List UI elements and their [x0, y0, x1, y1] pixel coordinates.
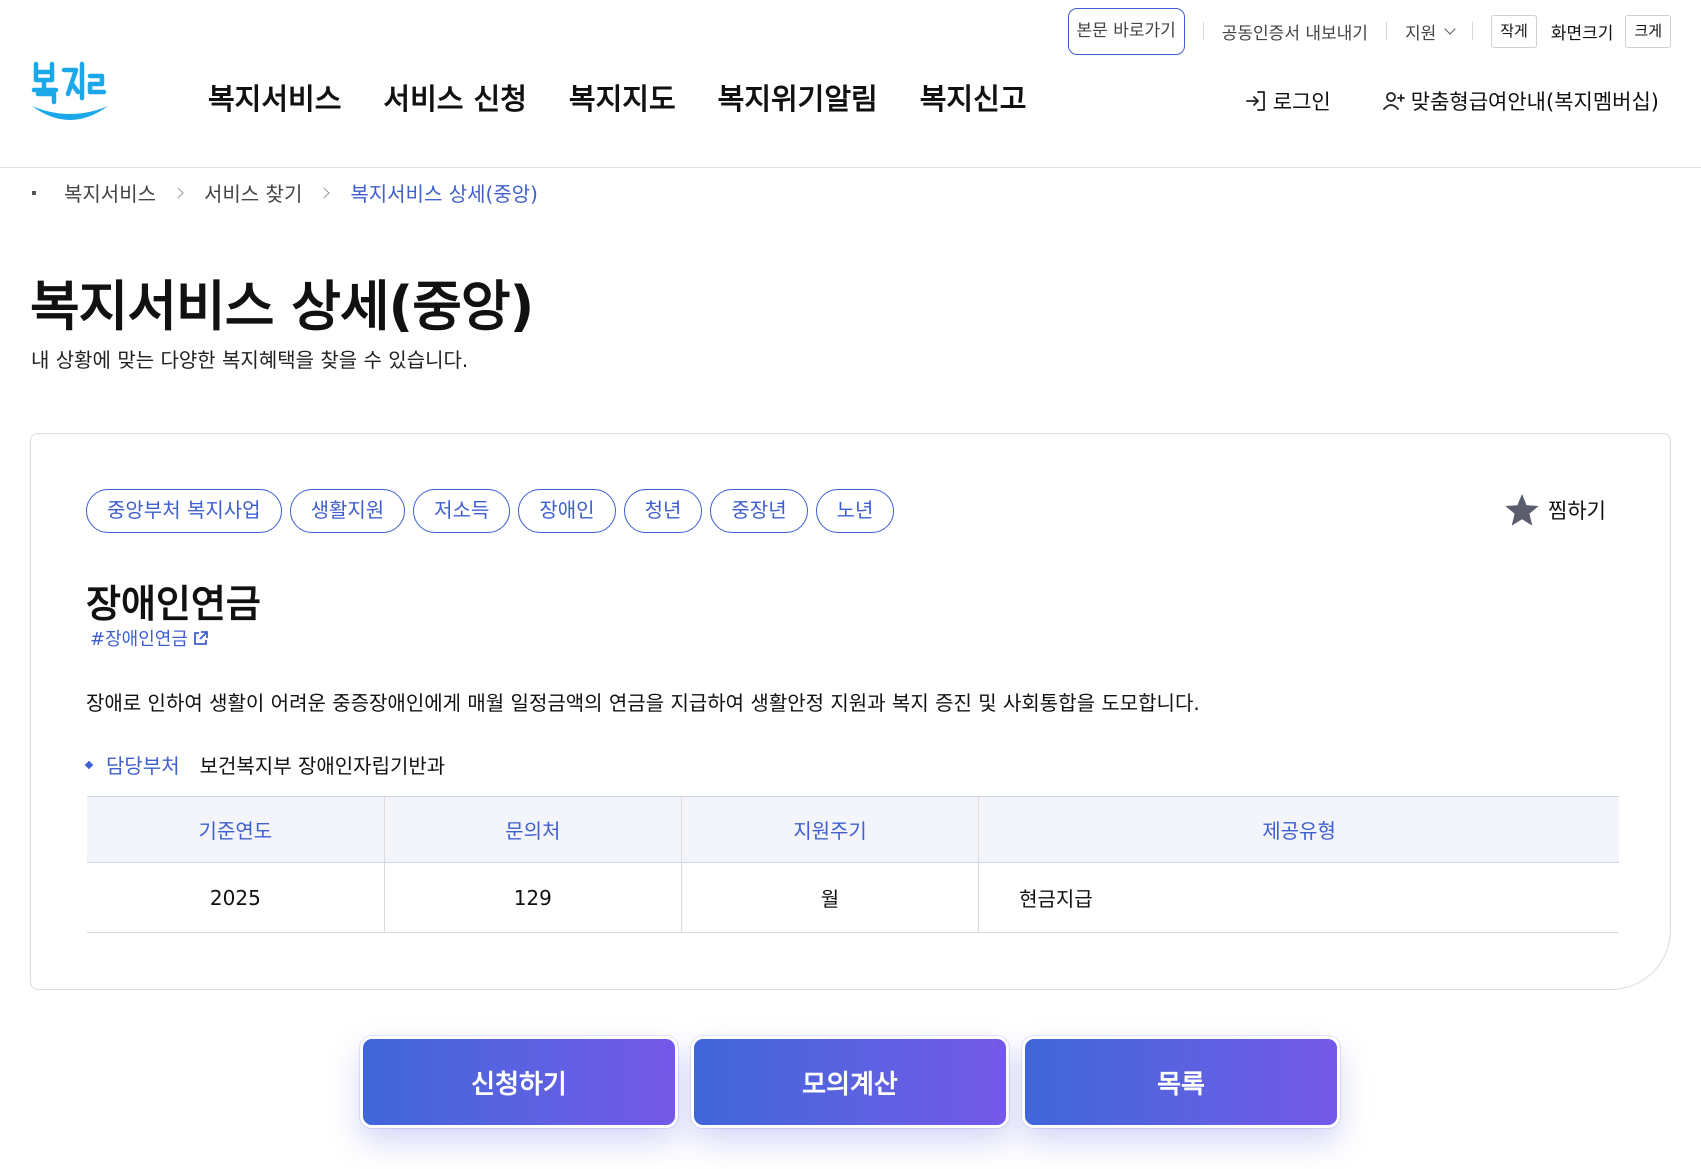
- page-title: 복지서비스 상세(중앙): [30, 275, 534, 338]
- font-small-button[interactable]: 작게: [1491, 14, 1537, 48]
- service-hashtag-link[interactable]: #장애인연금: [90, 628, 208, 648]
- cert-export-link[interactable]: 공동인증서 내보내기: [1222, 19, 1368, 44]
- service-title: 장애인연금: [86, 582, 261, 626]
- chevron-right-icon: [172, 186, 184, 199]
- login-icon: [1245, 91, 1265, 111]
- cell-base-year: 2025: [87, 862, 385, 933]
- nav-item-service-apply[interactable]: 서비스 신청: [383, 76, 527, 118]
- header-divider: [0, 167, 1701, 168]
- header-support-cycle: 지원주기: [680, 796, 979, 863]
- divider: [1472, 22, 1474, 40]
- nav-item-welfare-service[interactable]: 복지서비스: [208, 76, 341, 118]
- divider: [1385, 22, 1387, 40]
- divider: [1202, 22, 1204, 40]
- site-logo[interactable]: [30, 58, 112, 130]
- header-provision-type: 제공유형: [978, 796, 1619, 863]
- service-info-table: 기준연도 문의처 지원주기 제공유형 2025 129 월 현금지급: [87, 796, 1619, 933]
- favorite-button[interactable]: 찜하기: [1504, 492, 1606, 528]
- login-label: 로그인: [1272, 90, 1331, 114]
- tag-list: 중앙부처 복지사업 생활지원 저소득 장애인 청년 중장년 노년: [86, 489, 895, 533]
- chevron-right-icon: [318, 186, 331, 199]
- tag-low-income[interactable]: 저소득: [413, 489, 511, 533]
- breadcrumb-item-service-search[interactable]: 서비스 찾기: [204, 178, 302, 207]
- cell-contact: 129: [383, 862, 682, 933]
- star-icon: [1505, 494, 1539, 526]
- tag-middle-age[interactable]: 중장년: [710, 489, 808, 533]
- service-description: 장애로 인하여 생활이 어려운 중증장애인에게 매월 일정금액의 연금을 지급하…: [86, 691, 1200, 715]
- tag-elderly[interactable]: 노년: [815, 489, 895, 533]
- support-dropdown[interactable]: 지원: [1404, 19, 1456, 44]
- breadcrumb: 복지서비스 서비스 찾기 복지서비스 상세(중앙): [32, 178, 538, 207]
- hashtag-label: #장애인연금: [90, 629, 188, 648]
- tag-disabled[interactable]: 장애인: [518, 489, 616, 533]
- bokjiro-logo-icon: [31, 61, 108, 120]
- nav-item-welfare-report[interactable]: 복지신고: [920, 76, 1027, 118]
- tag-central-ministry[interactable]: 중앙부처 복지사업: [86, 489, 282, 533]
- header-contact: 문의처: [383, 796, 682, 863]
- utility-bar: 본문 바로가기 공동인증서 내보내기 지원 작게 화면크기 크게: [1067, 7, 1671, 55]
- login-link[interactable]: 로그인: [1243, 86, 1331, 116]
- support-label: 지원: [1404, 23, 1437, 44]
- home-bullet-icon: [32, 190, 36, 195]
- breadcrumb-item-welfare-service[interactable]: 복지서비스: [64, 178, 156, 207]
- font-size-label: 화면크기: [1550, 23, 1614, 44]
- tag-youth[interactable]: 청년: [623, 489, 703, 533]
- font-large-button[interactable]: 크게: [1625, 14, 1671, 48]
- nav-item-welfare-map[interactable]: 복지지도: [569, 76, 676, 118]
- cell-provision-type: 현금지급: [978, 862, 1619, 933]
- apply-button[interactable]: 신청하기: [360, 1036, 678, 1128]
- department-value: 보건복지부 장애인자립기반과: [199, 754, 446, 778]
- favorite-label: 찜하기: [1548, 499, 1606, 523]
- membership-label: 맞춤형급여안내(복지멤버십): [1410, 90, 1659, 114]
- cell-support-cycle: 월: [680, 862, 979, 933]
- user-plus-icon: [1382, 92, 1405, 110]
- list-button[interactable]: 목록: [1022, 1036, 1340, 1128]
- membership-link[interactable]: 맞춤형급여안내(복지멤버십): [1381, 86, 1659, 116]
- skip-to-content-link[interactable]: 본문 바로가기: [1067, 7, 1185, 55]
- department-info: 담당부처 보건복지부 장애인자립기반과: [84, 750, 446, 779]
- tag-living-support[interactable]: 생활지원: [289, 489, 406, 533]
- nav-item-crisis-alert[interactable]: 복지위기알림: [718, 76, 878, 118]
- department-label: 담당부처: [106, 754, 180, 778]
- member-menu: 로그인 맞춤형급여안내(복지멤버십): [1243, 86, 1659, 116]
- action-buttons: 신청하기 모의계산 목록: [360, 1036, 1340, 1128]
- chevron-down-icon: [1444, 22, 1456, 35]
- diamond-bullet-icon: [84, 760, 94, 769]
- header-base-year: 기준연도: [87, 796, 385, 863]
- main-nav: 복지서비스 서비스 신청 복지지도 복지위기알림 복지신고: [208, 76, 1026, 118]
- simulate-button[interactable]: 모의계산: [691, 1036, 1009, 1128]
- table-row: 2025 129 월 현금지급: [87, 862, 1619, 933]
- external-link-icon: [193, 631, 208, 645]
- table-header-row: 기준연도 문의처 지원주기 제공유형: [87, 796, 1619, 863]
- service-card: 중앙부처 복지사업 생활지원 저소득 장애인 청년 중장년 노년 찜하기 장애인…: [30, 433, 1671, 990]
- page-subtitle: 내 상황에 맞는 다양한 복지혜택을 찾을 수 있습니다.: [31, 348, 469, 372]
- breadcrumb-item-current: 복지서비스 상세(중앙): [350, 182, 538, 206]
